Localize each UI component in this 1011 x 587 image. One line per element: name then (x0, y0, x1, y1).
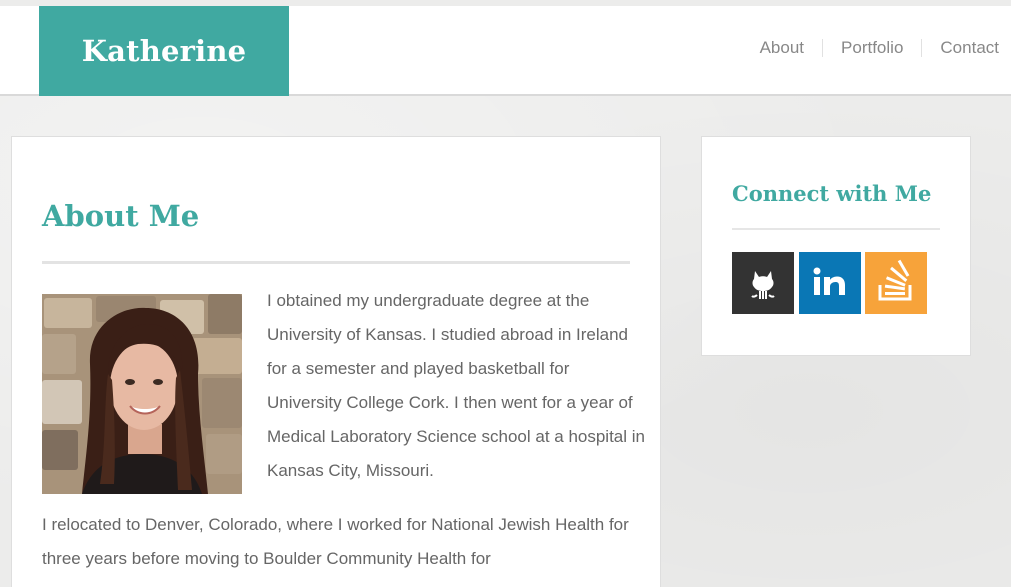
connect-divider (732, 228, 940, 230)
github-link[interactable] (732, 252, 794, 314)
github-icon (751, 271, 775, 299)
about-card: About Me I obtained my undergraduate deg… (11, 136, 661, 587)
nav-portfolio[interactable]: Portfolio (822, 39, 921, 57)
logo-text: Katherine (81, 34, 247, 68)
about-paragraph-1: I obtained my undergraduate degree at th… (267, 291, 645, 480)
nav-about[interactable]: About (742, 39, 822, 57)
connect-title: Connect with Me (732, 181, 932, 206)
site-logo[interactable]: Katherine (39, 6, 289, 96)
stackoverflow-icon (878, 259, 912, 301)
about-title: About Me (42, 199, 200, 233)
profile-portrait (42, 294, 242, 494)
main-nav: About Portfolio Contact (742, 6, 1011, 96)
about-paragraph-2: I relocated to Denver, Colorado, where I… (42, 515, 629, 568)
site-header: Katherine About Portfolio Contact (0, 6, 1011, 96)
profile-photo (42, 294, 242, 494)
linkedin-icon (813, 267, 845, 295)
stackoverflow-link[interactable] (865, 252, 927, 314)
connect-card: Connect with Me (701, 136, 971, 356)
nav-contact[interactable]: Contact (921, 39, 1011, 57)
linkedin-link[interactable] (799, 252, 861, 314)
title-divider (42, 261, 630, 264)
